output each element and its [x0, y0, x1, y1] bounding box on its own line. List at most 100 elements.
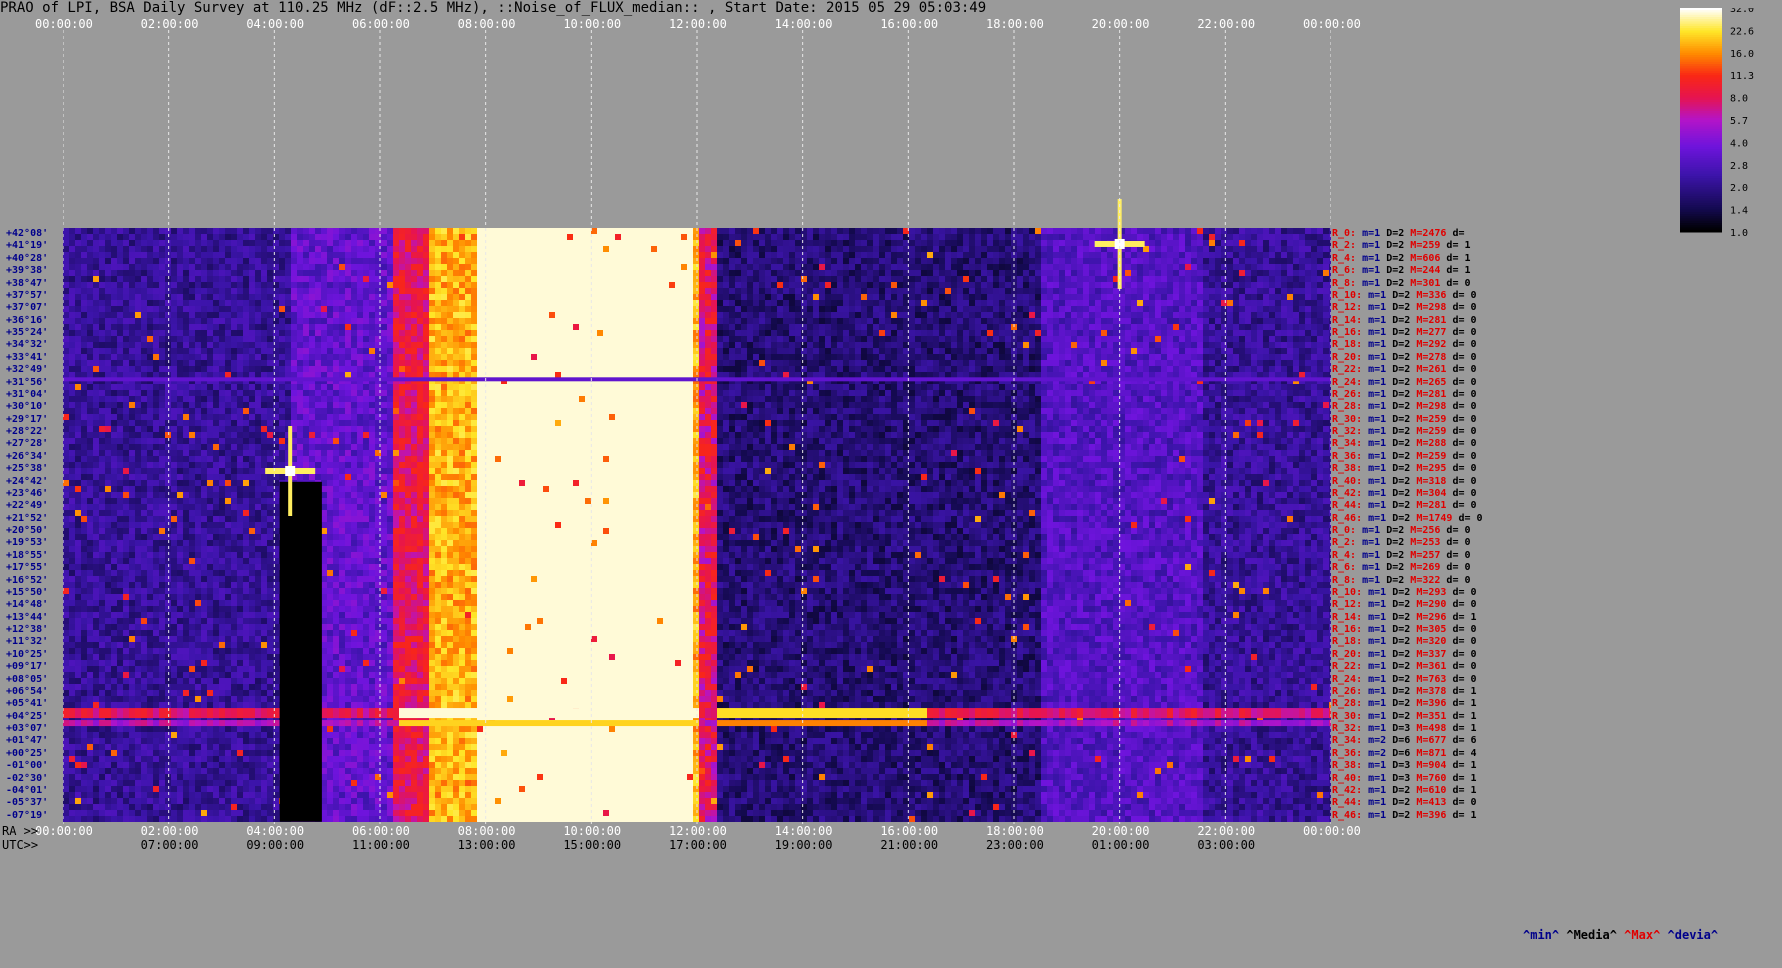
heatmap-cell	[207, 516, 213, 522]
heatmap-cell	[327, 360, 333, 366]
heatmap-cell	[351, 306, 357, 312]
heatmap-cell	[165, 600, 171, 606]
heatmap-cell	[63, 246, 69, 252]
heatmap-cell	[321, 678, 327, 684]
heatmap-cell	[177, 462, 183, 468]
heatmap-cell	[255, 558, 261, 564]
heatmap-cell	[225, 294, 231, 300]
heatmap-cell	[357, 672, 363, 678]
heatmap-cell	[315, 450, 321, 456]
heatmap-cell	[357, 612, 363, 618]
heatmap-cell	[351, 570, 357, 576]
heatmap-cell	[321, 510, 327, 516]
heatmap-cell	[249, 480, 255, 486]
heatmap-cell	[237, 732, 243, 738]
heatmap-cell	[249, 510, 255, 516]
heatmap-cell	[105, 312, 111, 318]
heatmap-cell	[105, 648, 111, 654]
heatmap-cell	[63, 678, 69, 684]
heatmap-cell	[99, 282, 105, 288]
heatmap-cell	[231, 582, 237, 588]
heatmap-cell	[357, 246, 363, 252]
heatmap-cell	[135, 390, 141, 396]
heatmap-cell	[357, 504, 363, 510]
heatmap-cell	[261, 366, 267, 372]
heatmap-cell	[207, 246, 213, 252]
heatmap-cell	[267, 396, 273, 402]
heatmap-cell	[141, 324, 147, 330]
heatmap-cell	[333, 774, 339, 780]
heatmap-cell	[135, 762, 141, 768]
heatmap-cell	[207, 294, 213, 300]
heatmap-cell	[93, 348, 99, 354]
heatmap-cell	[249, 270, 255, 276]
heatmap-cell	[111, 264, 117, 270]
heatmap-cell	[243, 630, 249, 636]
heatmap-cell	[201, 372, 207, 378]
heatmap-cell	[267, 366, 273, 372]
heatmap-cell	[171, 474, 177, 480]
heatmap-cell	[225, 726, 231, 732]
heatmap-cell	[81, 288, 87, 294]
heatmap-cell	[219, 492, 225, 498]
heatmap-cell	[123, 480, 129, 486]
heatmap-cell	[81, 294, 87, 300]
heatmap-cell	[351, 672, 357, 678]
heatmap-cell	[315, 408, 321, 414]
heatmap-cell	[345, 702, 351, 708]
heatmap-cell	[117, 366, 123, 372]
heatmap-cell	[147, 546, 153, 552]
heatmap-cell	[231, 624, 237, 630]
heatmap-cell	[219, 624, 225, 630]
heatmap-cell	[189, 504, 195, 510]
heatmap-cell	[237, 372, 243, 378]
heatmap-cell	[237, 252, 243, 258]
heatmap-cell	[363, 420, 369, 426]
heatmap-cell	[111, 768, 117, 774]
heatmap-cell	[201, 642, 207, 648]
heatmap-cell	[213, 420, 219, 426]
heatmap-cell	[135, 702, 141, 708]
heatmap-cell	[183, 576, 189, 582]
heatmap-cell	[177, 396, 183, 402]
heatmap-cell	[327, 312, 333, 318]
heatmap-cell	[147, 618, 153, 624]
heatmap-cell	[279, 342, 285, 348]
heatmap-cell	[129, 618, 135, 624]
heatmap-cell	[105, 744, 111, 750]
heatmap-cell	[207, 630, 213, 636]
heatmap-cell	[123, 522, 129, 528]
heatmap-cell	[165, 546, 171, 552]
heatmap-cell	[159, 744, 165, 750]
heatmap-cell	[339, 522, 345, 528]
heatmap-cell	[309, 336, 315, 342]
heatmap-cell	[111, 420, 117, 426]
heatmap-cell	[159, 402, 165, 408]
heatmap-cell	[267, 432, 273, 438]
heatmap-cell	[177, 540, 183, 546]
heatmap-cell	[117, 768, 123, 774]
heatmap-cell	[159, 426, 165, 432]
heatmap-cell	[189, 486, 195, 492]
heatmap-cell	[129, 306, 135, 312]
heatmap-cell	[117, 732, 123, 738]
heatmap-cell	[207, 438, 213, 444]
heatmap-cell	[291, 252, 297, 258]
heatmap-cell	[261, 798, 267, 804]
heatmap-cell	[243, 462, 249, 468]
heatmap-cell	[153, 354, 159, 360]
heatmap-cell	[285, 228, 291, 234]
heatmap-cell	[63, 624, 69, 630]
heatmap-cell	[189, 648, 195, 654]
heatmap-cell	[225, 228, 231, 234]
heatmap-cell	[141, 690, 147, 696]
heatmap-cell	[363, 270, 369, 276]
heatmap-cell	[195, 498, 201, 504]
heatmap-cell	[279, 264, 285, 270]
heatmap-cell	[69, 498, 75, 504]
heatmap-cell	[225, 270, 231, 276]
heatmap-cell	[267, 420, 273, 426]
heatmap-cell	[159, 690, 165, 696]
heatmap-cell	[351, 414, 357, 420]
heatmap-cell	[99, 432, 105, 438]
